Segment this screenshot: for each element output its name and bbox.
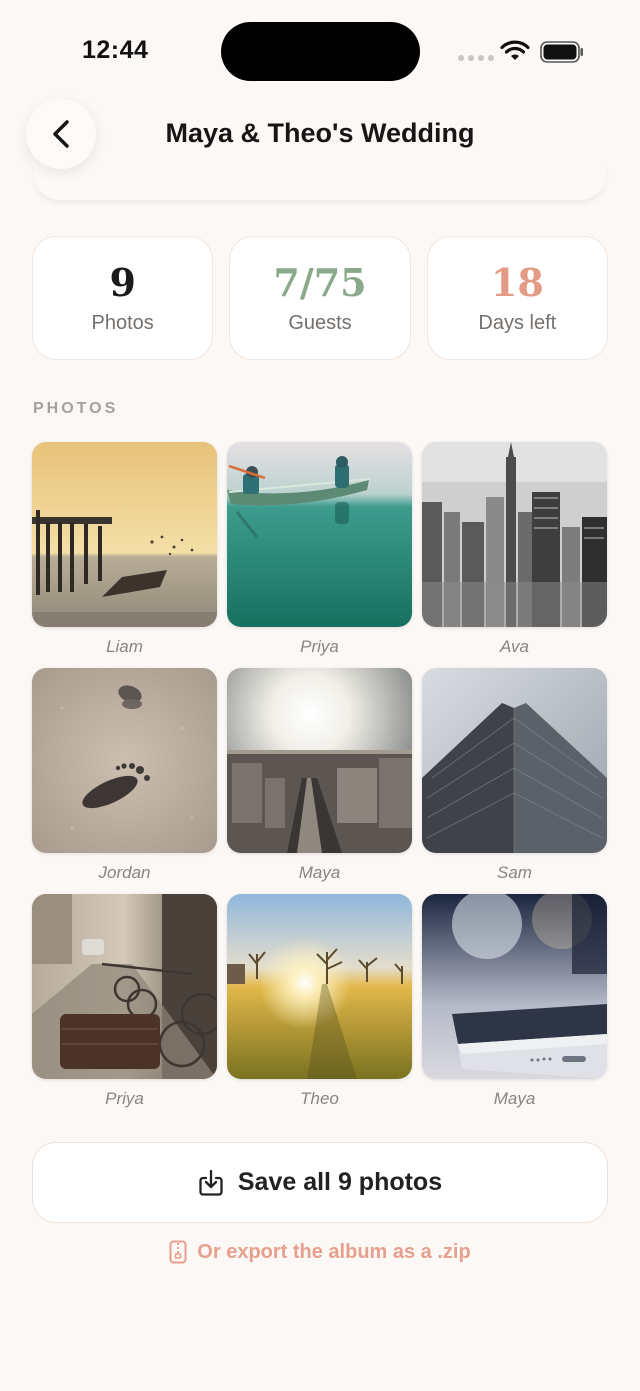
- photo-thumbnail[interactable]: [422, 442, 607, 627]
- section-label-photos: PHOTOS: [33, 400, 119, 417]
- photo-author: Ava: [500, 637, 529, 656]
- export-zip-link[interactable]: Or export the album as a .zip: [0, 1240, 640, 1264]
- photo-cell: Liam: [32, 442, 217, 668]
- photo-thumbnail[interactable]: [422, 668, 607, 853]
- stats-row: 9 Photos 7/75 Guests 18 Days left: [32, 236, 608, 360]
- dynamic-island: [221, 22, 420, 81]
- photo-thumbnail[interactable]: [227, 442, 412, 627]
- stat-label: Days left: [478, 311, 557, 334]
- status-bar: 12:44: [0, 0, 640, 90]
- export-zip-label: Or export the album as a .zip: [197, 1240, 471, 1263]
- photo-author: Priya: [105, 1089, 144, 1108]
- battery-icon: [540, 41, 583, 63]
- photo-cell: Sam: [422, 668, 607, 894]
- photo-author: Priya: [300, 637, 339, 656]
- cellular-signal-icon: [458, 55, 494, 61]
- photo-author: Maya: [298, 863, 341, 882]
- nav-header: Maya & Theo's Wedding: [0, 90, 640, 185]
- photo-author: Maya: [493, 1089, 536, 1108]
- stat-value: 7/75: [273, 259, 367, 305]
- photo-grid: Liam Priya Ava Jordan Maya Sam Priya The…: [32, 442, 608, 1120]
- status-time: 12:44: [82, 36, 149, 64]
- photo-author: Theo: [300, 1089, 339, 1108]
- photo-cell: Maya: [227, 668, 412, 894]
- page-title: Maya & Theo's Wedding: [165, 118, 475, 148]
- photo-author: Liam: [106, 637, 143, 656]
- stat-value: 18: [490, 259, 544, 305]
- photo-thumbnail[interactable]: [32, 894, 217, 1079]
- photo-cell: Priya: [227, 442, 412, 668]
- photo-author: Jordan: [98, 863, 151, 882]
- photo-cell: Priya: [32, 894, 217, 1120]
- photo-thumbnail[interactable]: [422, 894, 607, 1079]
- photo-cell: Ava: [422, 442, 607, 668]
- stat-value: 9: [109, 259, 136, 305]
- download-icon: [199, 1169, 223, 1196]
- photo-thumbnail[interactable]: [227, 894, 412, 1079]
- stat-card-photos: 9 Photos: [32, 236, 214, 360]
- photo-thumbnail[interactable]: [32, 668, 217, 853]
- save-all-button[interactable]: Save all 9 photos: [32, 1142, 608, 1223]
- save-all-label: Save all 9 photos: [237, 1168, 443, 1196]
- stat-card-days-left: 18 Days left: [426, 236, 608, 360]
- photo-author: Sam: [497, 863, 532, 882]
- photo-cell: Jordan: [32, 668, 217, 894]
- stat-label: Photos: [91, 311, 154, 334]
- photo-thumbnail[interactable]: [227, 668, 412, 853]
- stat-card-guests: 7/75 Guests: [229, 236, 411, 360]
- stat-label: Guests: [288, 311, 352, 334]
- wifi-icon: [500, 40, 530, 60]
- photo-cell: Theo: [227, 894, 412, 1120]
- photo-thumbnail[interactable]: [32, 442, 217, 627]
- photo-cell: Maya: [422, 894, 607, 1120]
- zip-file-icon: [169, 1240, 187, 1264]
